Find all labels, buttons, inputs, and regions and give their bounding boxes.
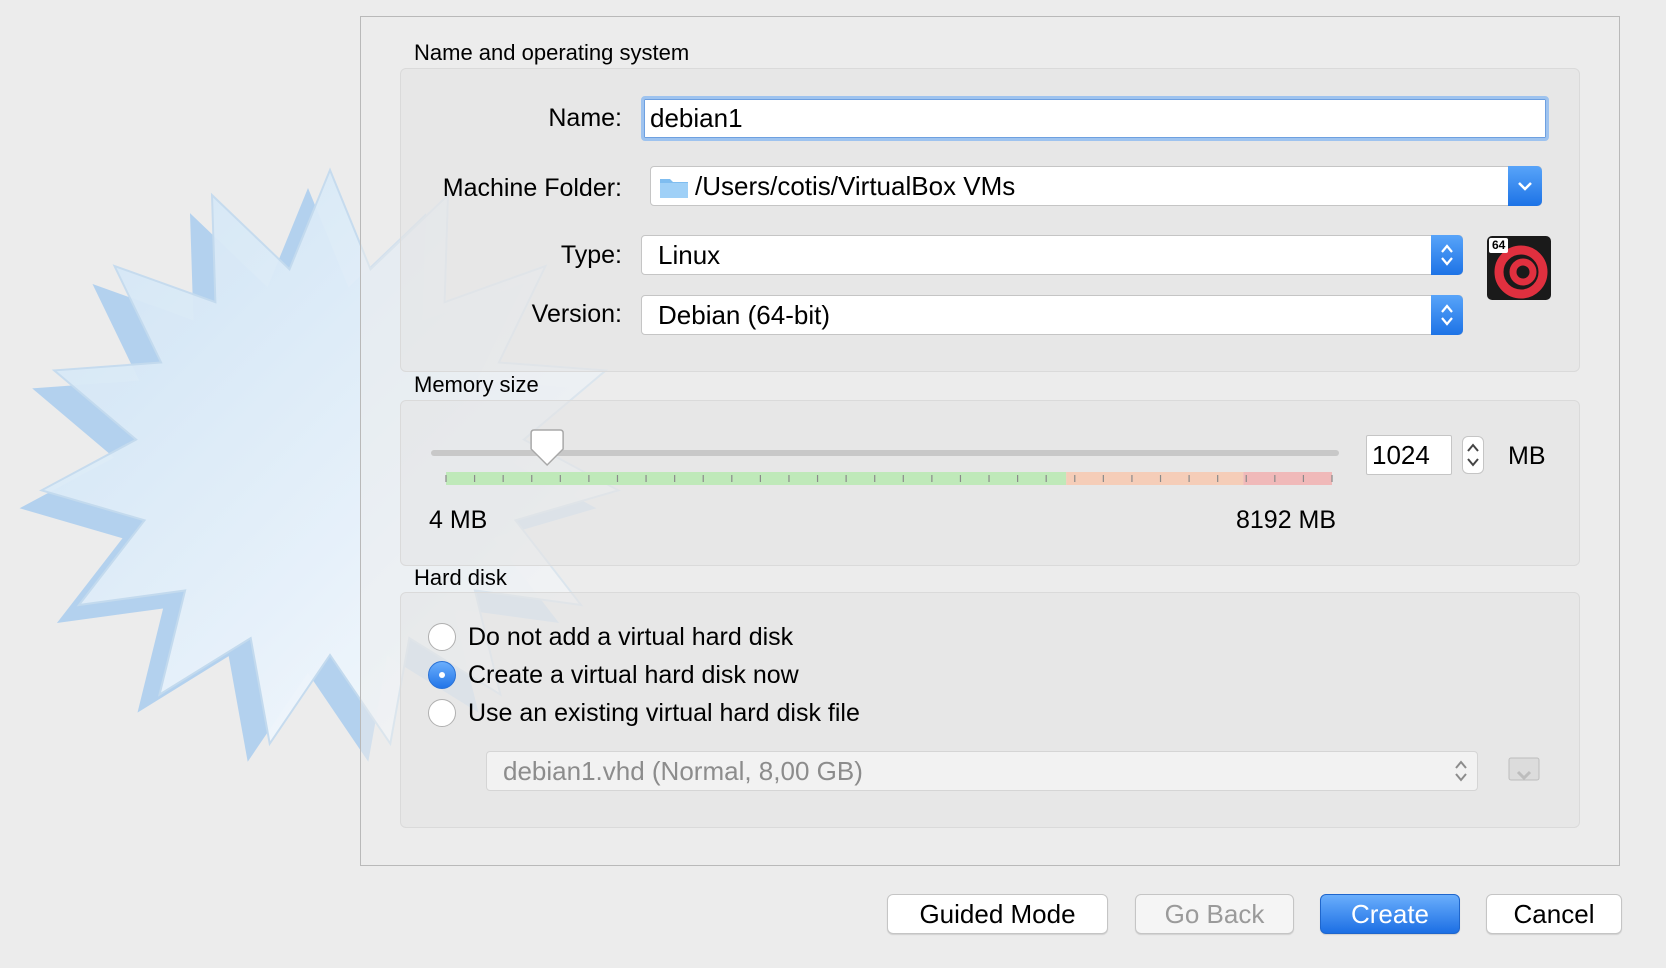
slider-warning-range <box>1066 472 1244 485</box>
machine-folder-value: /Users/cotis/VirtualBox VMs <box>695 170 1016 201</box>
memory-stepper[interactable] <box>1462 436 1484 474</box>
guided-mode-button[interactable]: Guided Mode <box>887 894 1108 934</box>
memory-value: 1024 <box>1372 439 1430 470</box>
radio-no-disk[interactable] <box>428 623 456 651</box>
memory-unit-label: MB <box>1508 442 1546 470</box>
hard-disk-section-title: Hard disk <box>414 565 507 590</box>
existing-disk-select[interactable]: debian1.vhd (Normal, 8,00 GB) <box>486 751 1478 791</box>
choose-disk-file-icon[interactable] <box>1506 752 1542 788</box>
go-back-button[interactable]: Go Back <box>1135 894 1294 934</box>
chevron-down-icon <box>1518 182 1532 191</box>
version-select[interactable]: Debian (64-bit) <box>641 295 1463 335</box>
memory-section-title: Memory size <box>414 372 539 397</box>
create-button[interactable]: Create <box>1320 894 1460 934</box>
machine-folder-label: Machine Folder: <box>442 174 622 202</box>
cancel-button[interactable]: Cancel <box>1486 894 1622 934</box>
name-label: Name: <box>548 104 622 132</box>
version-value: Debian (64-bit) <box>658 299 830 330</box>
memory-max-label: 8192 MB <box>1236 506 1337 534</box>
slider-track[interactable] <box>431 450 1339 456</box>
name-input-value: debian1 <box>650 103 743 133</box>
folder-icon <box>659 175 689 198</box>
up-down-chevron-icon <box>1441 304 1453 326</box>
radio-existing-disk-label[interactable]: Use an existing virtual hard disk file <box>468 699 860 728</box>
version-select-arrows[interactable] <box>1431 295 1463 335</box>
memory-value-input[interactable]: 1024 <box>1366 435 1452 475</box>
up-down-chevron-icon <box>1441 244 1453 266</box>
radio-create-disk-label[interactable]: Create a virtual hard disk now <box>468 661 799 690</box>
os-64bit-badge: 64 <box>1489 238 1509 253</box>
debian-os-icon: 64 <box>1487 236 1551 300</box>
slider-safe-range <box>446 472 1067 485</box>
radio-create-disk[interactable] <box>428 661 456 689</box>
type-select-arrows[interactable] <box>1431 235 1463 275</box>
name-input[interactable]: debian1 <box>641 96 1549 141</box>
up-down-chevron-icon <box>1455 760 1467 782</box>
memory-slider[interactable] <box>420 425 1350 495</box>
version-label: Version: <box>531 300 622 328</box>
radio-existing-disk[interactable] <box>428 699 456 727</box>
slider-danger-range <box>1243 472 1332 485</box>
radio-no-disk-label[interactable]: Do not add a virtual hard disk <box>468 623 793 652</box>
up-down-chevron-icon <box>1467 443 1479 467</box>
type-select[interactable]: Linux <box>641 235 1463 275</box>
slider-thumb[interactable] <box>530 429 564 467</box>
machine-folder-dropdown-button[interactable] <box>1508 166 1542 206</box>
type-value: Linux <box>658 239 721 270</box>
existing-disk-value: debian1.vhd (Normal, 8,00 GB) <box>503 755 863 786</box>
memory-min-label: 4 MB <box>429 506 488 534</box>
name-os-section-title: Name and operating system <box>414 40 690 65</box>
machine-folder-select[interactable]: /Users/cotis/VirtualBox VMs <box>650 166 1542 206</box>
type-label: Type: <box>560 241 622 269</box>
